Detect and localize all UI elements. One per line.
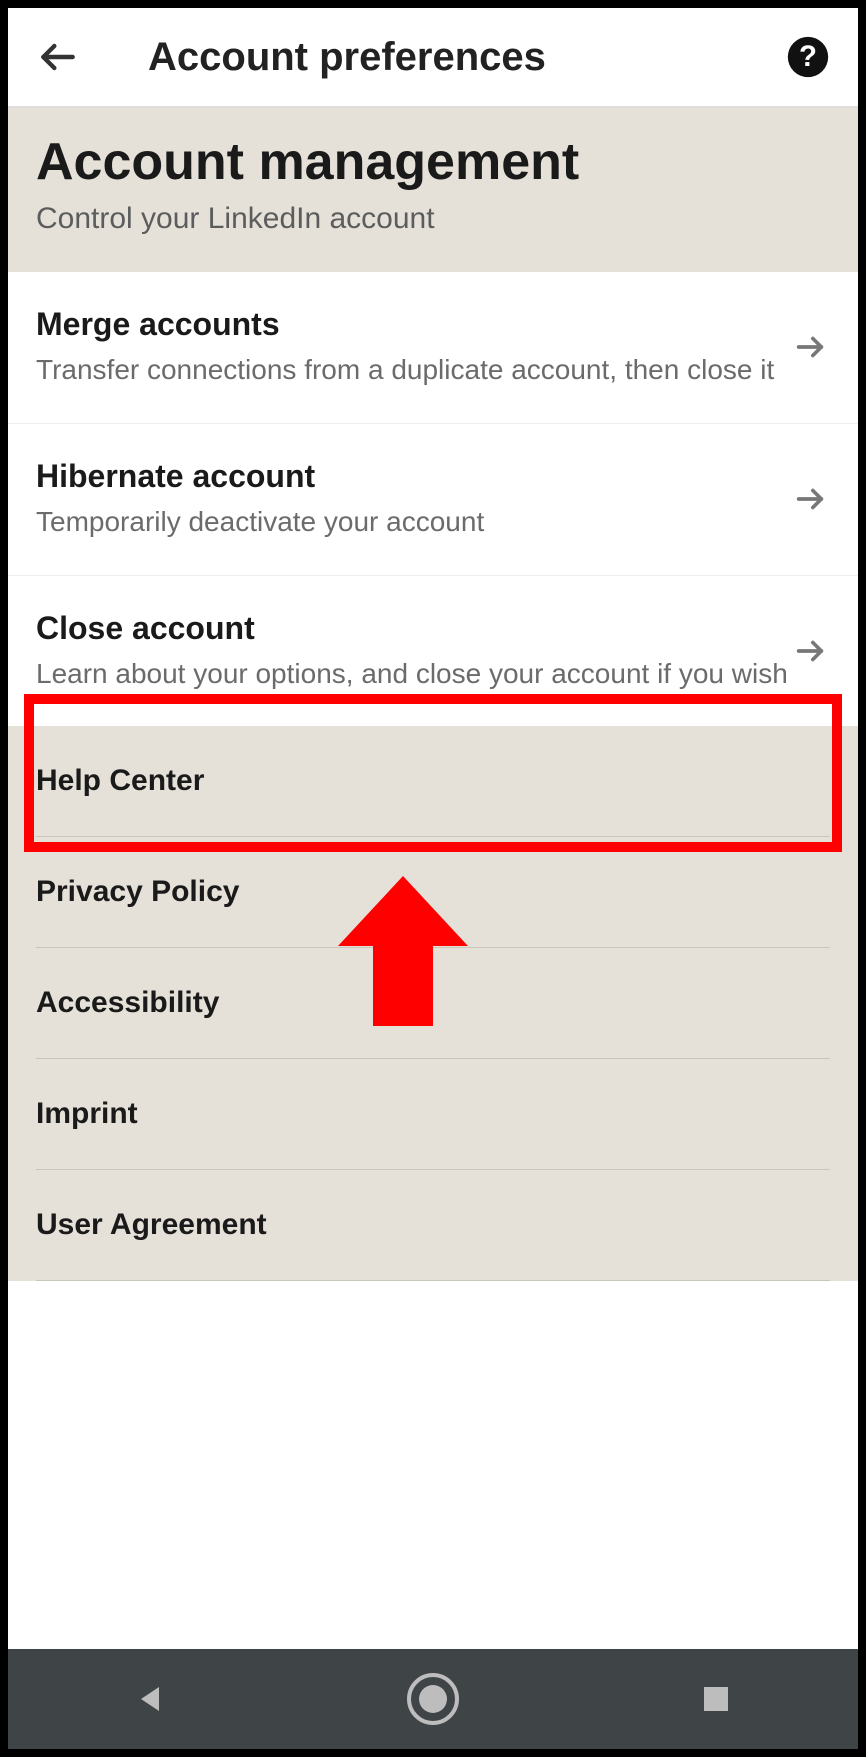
nav-recent-button[interactable] — [686, 1669, 746, 1729]
chevron-right-icon — [790, 330, 830, 364]
nav-home-button[interactable] — [403, 1669, 463, 1729]
system-nav-bar — [8, 1649, 858, 1749]
item-title: Merge accounts — [36, 306, 790, 343]
chevron-right-icon — [790, 482, 830, 516]
item-title: Hibernate account — [36, 458, 790, 495]
item-desc: Temporarily deactivate your account — [36, 503, 790, 541]
circle-home-icon — [406, 1672, 460, 1726]
section-header: Account management Control your LinkedIn… — [8, 108, 858, 272]
settings-list: Merge accounts Transfer connections from… — [8, 272, 858, 726]
app-bar: Account preferences ? — [8, 8, 858, 108]
section-subheading: Control your LinkedIn account — [36, 202, 830, 236]
close-account-item[interactable]: Close account Learn about your options, … — [8, 576, 858, 727]
help-icon: ? — [786, 35, 830, 79]
item-body: Merge accounts Transfer connections from… — [36, 306, 790, 389]
chevron-right-icon — [790, 634, 830, 668]
section-heading: Account management — [36, 132, 830, 192]
accessibility-link[interactable]: Accessibility — [36, 948, 830, 1059]
user-agreement-link[interactable]: User Agreement — [36, 1170, 830, 1281]
item-desc: Learn about your options, and close your… — [36, 655, 790, 693]
merge-accounts-item[interactable]: Merge accounts Transfer connections from… — [8, 272, 858, 424]
imprint-link[interactable]: Imprint — [36, 1059, 830, 1170]
privacy-policy-link[interactable]: Privacy Policy — [36, 837, 830, 948]
hibernate-account-item[interactable]: Hibernate account Temporarily deactivate… — [8, 424, 858, 576]
help-center-link[interactable]: Help Center — [36, 726, 830, 837]
arrow-left-icon — [36, 35, 80, 79]
help-button[interactable]: ? — [778, 35, 838, 79]
footer-links: Help Center Privacy Policy Accessibility… — [8, 726, 858, 1281]
item-body: Hibernate account Temporarily deactivate… — [36, 458, 790, 541]
svg-text:?: ? — [799, 40, 817, 73]
page-title: Account preferences — [88, 35, 778, 80]
triangle-back-icon — [132, 1681, 168, 1717]
nav-back-button[interactable] — [120, 1669, 180, 1729]
item-desc: Transfer connections from a duplicate ac… — [36, 351, 790, 389]
square-recent-icon — [700, 1683, 732, 1715]
item-title: Close account — [36, 610, 790, 647]
item-body: Close account Learn about your options, … — [36, 610, 790, 693]
back-button[interactable] — [28, 35, 88, 79]
